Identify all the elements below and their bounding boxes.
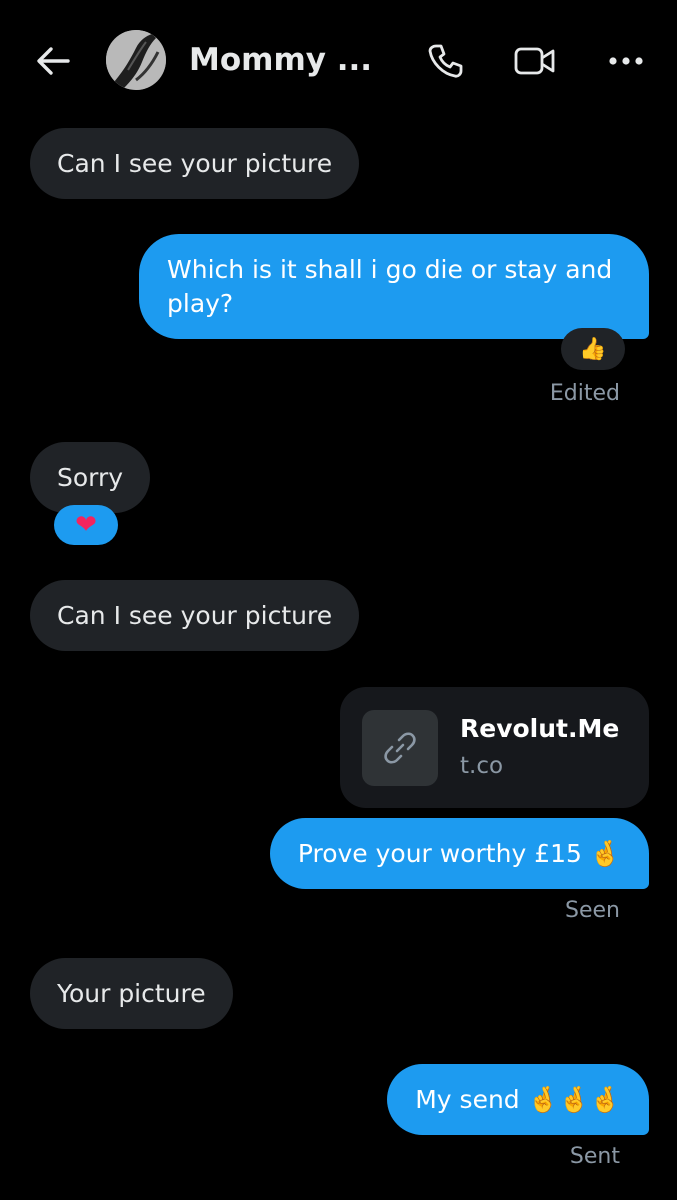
message-text: Can I see your picture xyxy=(57,148,333,178)
arrow-left-icon xyxy=(37,47,70,75)
back-button[interactable] xyxy=(30,40,76,82)
more-options-button[interactable] xyxy=(603,38,649,84)
link-icon-box xyxy=(362,710,438,786)
video-call-button[interactable] xyxy=(512,38,558,84)
message-bubble-incoming[interactable]: Can I see your picture xyxy=(30,128,360,199)
message-bubble-incoming[interactable]: Sorry xyxy=(30,442,151,513)
reaction-emoji: 👍 xyxy=(579,336,607,362)
message-text: Your picture xyxy=(57,978,206,1008)
more-horizontal-icon xyxy=(609,57,643,65)
link-icon xyxy=(384,732,416,764)
message-bubble-outgoing[interactable]: Prove your worthy £15 🤞 xyxy=(269,818,649,889)
message-text: Sorry xyxy=(57,462,124,492)
video-camera-icon xyxy=(514,47,555,75)
contact-name[interactable]: Mommy ... xyxy=(189,42,372,78)
link-title: Revolut.Me xyxy=(460,714,620,743)
link-domain: t.co xyxy=(460,753,504,779)
message-text: Which is it shall i go die or stay and p… xyxy=(167,255,613,318)
avatar[interactable] xyxy=(106,30,166,90)
message-text: Can I see your picture xyxy=(57,600,333,630)
message-bubble-incoming[interactable]: Can I see your picture xyxy=(30,580,360,651)
message-status: Edited xyxy=(549,381,620,406)
message-bubble-incoming[interactable]: Your picture xyxy=(30,958,233,1029)
link-preview-card[interactable]: Revolut.Me t.co xyxy=(340,687,649,808)
message-status: Sent xyxy=(569,1144,620,1169)
reaction-thumbs-up[interactable]: 👍 xyxy=(561,328,625,370)
call-button[interactable] xyxy=(422,38,468,84)
reaction-emoji: ❤ xyxy=(75,510,97,540)
phone-icon xyxy=(428,44,463,78)
avatar-image xyxy=(106,30,166,90)
message-status: Seen xyxy=(565,898,620,923)
message-bubble-outgoing[interactable]: Which is it shall i go die or stay and p… xyxy=(139,234,649,339)
message-text: My send 🤞🤞🤞 xyxy=(415,1084,621,1114)
message-text: Prove your worthy £15 🤞 xyxy=(297,838,621,868)
message-bubble-outgoing[interactable]: My send 🤞🤞🤞 xyxy=(387,1064,649,1135)
reaction-heart[interactable]: ❤ xyxy=(54,505,118,545)
